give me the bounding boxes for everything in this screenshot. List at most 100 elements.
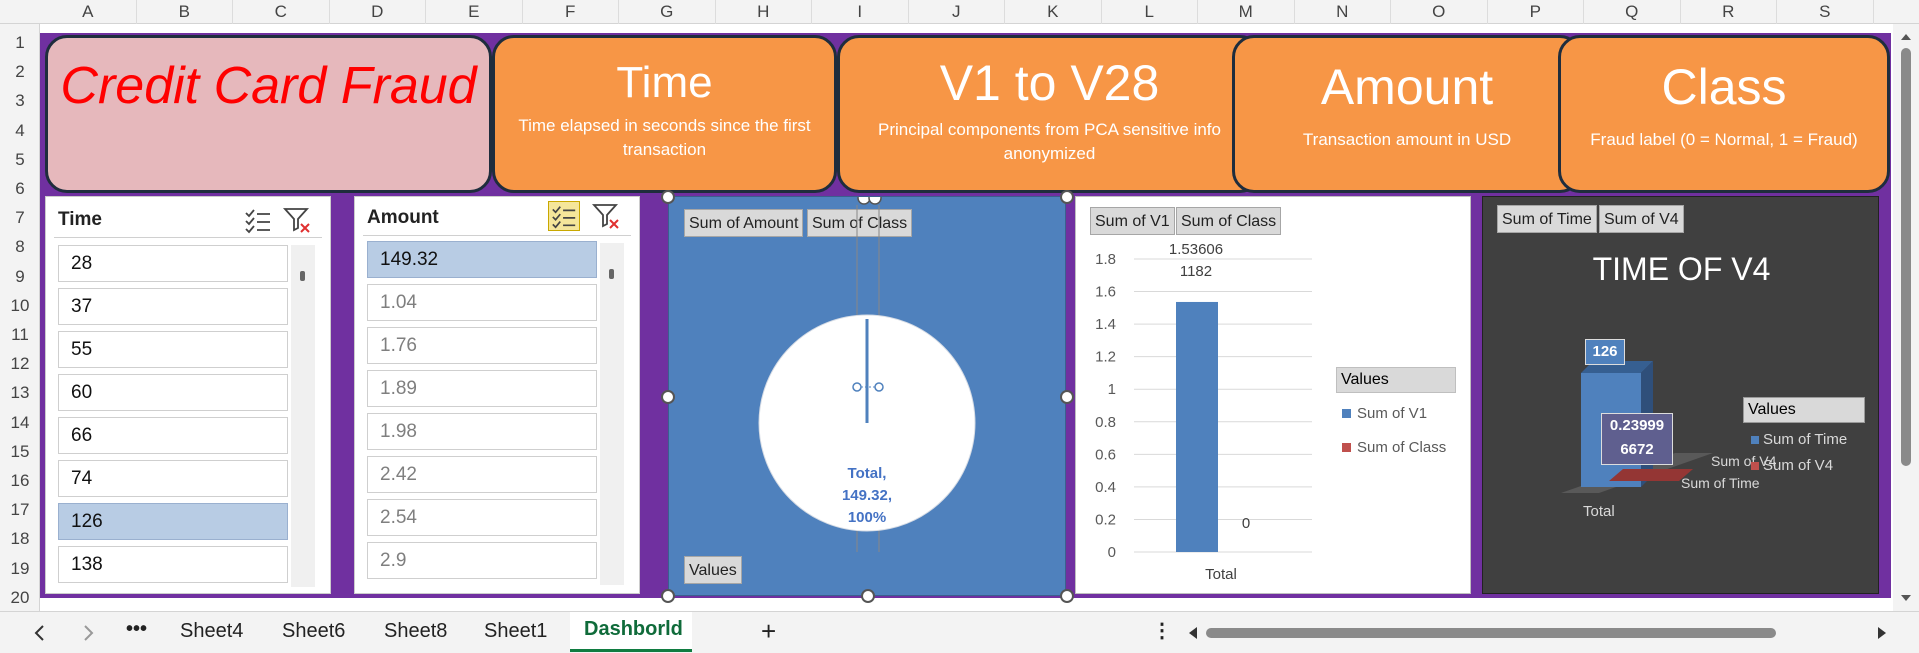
tab-sheet4[interactable]: Sheet4 [180,620,243,643]
amount-slicer-item[interactable]: 1.89 [367,370,597,407]
column-header-cell[interactable]: B [137,0,233,24]
row-header-cell[interactable]: 14 [0,408,40,437]
time-slicer-item[interactable]: 126 [58,503,288,540]
time-slicer-item[interactable]: 138 [58,546,288,583]
time-slicer-item[interactable]: 66 [58,417,288,454]
scroll-right-icon[interactable] [1872,623,1892,643]
tab-sheet6[interactable]: Sheet6 [282,620,345,643]
column-header-cell[interactable]: R [1681,0,1777,24]
time-slicer[interactable]: Time 28 37 55 60 66 74 126 138 [45,196,331,594]
time-slicer-item[interactable]: 28 [58,245,288,282]
pca-card-title: V1 to V28 [939,55,1160,111]
resize-handle[interactable] [1060,589,1074,603]
pie-plot [758,197,976,552]
column-header-cell[interactable]: Q [1584,0,1681,24]
resize-handle[interactable] [661,390,675,404]
column-header-cell[interactable]: D [330,0,426,24]
row-header-cell[interactable]: 7 [0,203,40,232]
time-slicer-scrollbar[interactable] [291,245,315,587]
resize-handle[interactable] [661,190,675,204]
column-header-cell[interactable]: F [523,0,619,24]
tab-sheet1[interactable]: Sheet1 [484,620,547,643]
amount-slicer-item[interactable]: 1.98 [367,413,597,450]
column-header-cell[interactable]: H [716,0,812,24]
amount-slicer-item[interactable]: 149.32 [367,241,597,278]
row-header-cell[interactable]: 18 [0,524,40,553]
row-header-cell[interactable]: 12 [0,349,40,378]
title-card: Credit Card Fraud [45,35,492,193]
column-header-cell[interactable]: C [233,0,330,24]
column-header-cell[interactable]: P [1488,0,1584,24]
resize-handle[interactable] [661,589,675,603]
horizontal-scroll-thumb[interactable] [1206,628,1776,638]
bar-sum-v1[interactable] [1176,301,1218,552]
amount-slicer[interactable]: Amount 149.32 1.04 1.76 1.89 1.98 2.42 2.54 2.9 [354,196,640,594]
y-tick-label: 1 [1108,381,1116,398]
row-header-cell[interactable]: 9 [0,262,40,291]
time-slicer-item[interactable]: 60 [58,374,288,411]
vertical-scroll-thumb[interactable] [1901,48,1911,466]
row-header-cell[interactable]: 20 [0,583,40,612]
row-header-cell[interactable]: 13 [0,378,40,407]
scrollbar-thumb[interactable] [300,271,305,281]
pie-chart[interactable]: Sum of Amount Sum of Class Total, 149.32… [668,196,1066,596]
time-slicer-item[interactable]: 37 [58,288,288,325]
row-header-cell[interactable]: 16 [0,466,40,495]
column-header-cell[interactable]: L [1102,0,1198,24]
amount-slicer-item[interactable]: 2.54 [367,499,597,536]
column-header-cell[interactable]: S [1777,0,1874,24]
column-header-cell[interactable]: E [426,0,523,24]
row-header-cell[interactable]: 8 [0,232,40,261]
resize-handle[interactable] [1060,190,1074,204]
tab-sheet8[interactable]: Sheet8 [384,620,447,643]
row-header-cell[interactable]: 6 [0,174,40,203]
row-header-cell[interactable]: 19 [0,554,40,583]
resize-handle[interactable] [1060,390,1074,404]
add-sheet-button[interactable]: + [761,616,776,647]
column-header-cell[interactable]: G [619,0,716,24]
next-sheet-icon[interactable] [78,623,98,643]
column-header-cell[interactable]: M [1198,0,1295,24]
row-header-cell[interactable]: 5 [0,145,40,174]
scrollbar-thumb[interactable] [609,269,614,279]
row-header-cell[interactable]: 4 [0,116,40,145]
row-header-cell[interactable]: 10 [0,291,40,320]
multi-select-icon[interactable] [548,201,580,231]
row-header-cell[interactable]: 17 [0,495,40,524]
time-slicer-item[interactable]: 55 [58,331,288,368]
resize-handle[interactable] [861,589,875,603]
time-slicer-item[interactable]: 74 [58,460,288,497]
column-header-cell[interactable]: I [812,0,909,24]
values-button[interactable]: Values [684,556,742,584]
amount-slicer-item[interactable]: 2.9 [367,542,597,579]
tab-options-icon[interactable]: ⋮ [1152,618,1172,643]
multi-select-icon[interactable] [242,205,274,235]
column-header-cell[interactable]: A [40,0,137,24]
amount-slicer-item[interactable]: 1.76 [367,327,597,364]
row-header-cell[interactable]: 11 [0,320,40,349]
scroll-left-icon[interactable] [1183,623,1203,643]
tab-dashborld[interactable]: Dashborld [570,612,692,652]
row-header-cell[interactable]: 15 [0,437,40,466]
clear-filter-icon[interactable] [591,201,623,231]
scroll-up-icon[interactable] [1893,26,1919,46]
dashboard-area: Credit Card Fraud Time Time elapsed in s… [40,33,1891,603]
column-header-cell[interactable]: O [1391,0,1488,24]
amount-card-title: Amount [1320,59,1494,115]
amount-slicer-item[interactable]: 1.04 [367,284,597,321]
row-header-cell[interactable]: 2 [0,57,40,86]
column-header-cell[interactable]: K [1005,0,1102,24]
more-sheets-button[interactable]: ••• [126,618,147,641]
prev-sheet-icon[interactable] [30,623,50,643]
time-of-v4-chart[interactable]: Sum of Time Sum of V4 TIME OF V4 126 0.2… [1482,196,1879,594]
vertical-scrollbar[interactable] [1893,24,1919,611]
clear-filter-icon[interactable] [282,205,314,235]
column-header-cell[interactable]: J [909,0,1005,24]
amount-slicer-item[interactable]: 2.42 [367,456,597,493]
column-header-cell[interactable]: N [1295,0,1391,24]
scroll-down-icon[interactable] [1893,589,1919,609]
row-header-cell[interactable]: 1 [0,28,40,57]
bar-chart[interactable]: Sum of V1 Sum of Class 1.8 1.6 1.4 1.2 1 0.8 0… [1075,196,1471,594]
row-header-cell[interactable]: 3 [0,86,40,115]
amount-slicer-scrollbar[interactable] [600,243,624,585]
